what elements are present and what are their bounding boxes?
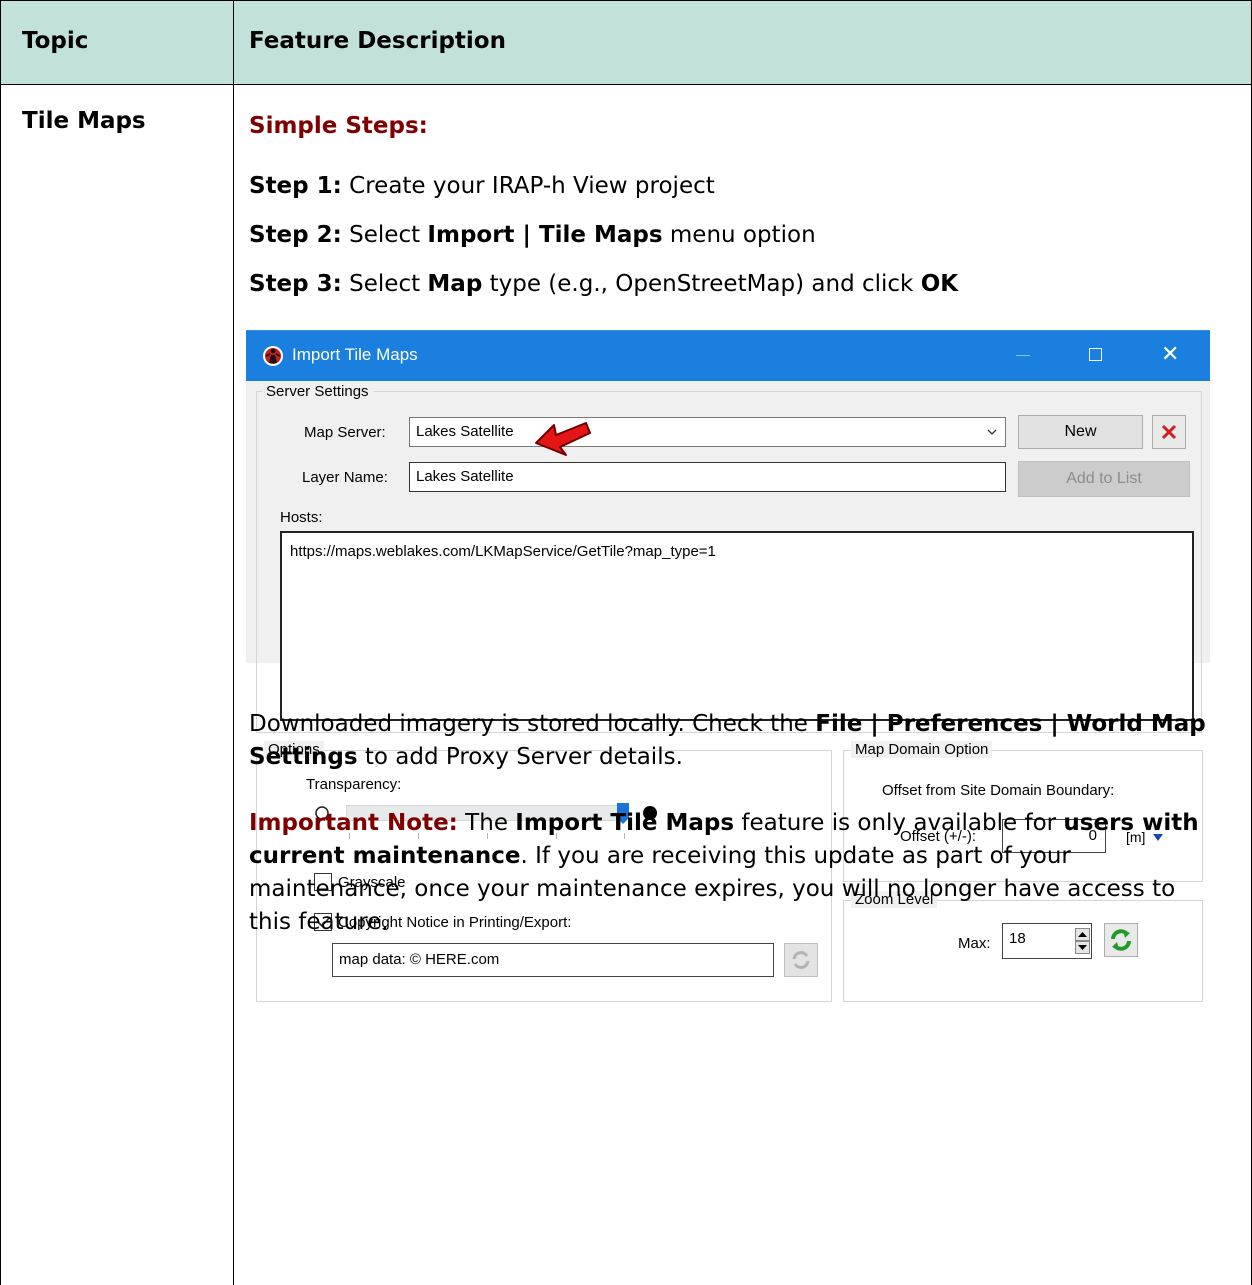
- dialog-title: Import Tile Maps: [292, 345, 418, 364]
- header-feature-description: Feature Description: [249, 28, 506, 54]
- reset-copyright-button[interactable]: [784, 943, 818, 977]
- add-to-list-button[interactable]: Add to List: [1018, 461, 1190, 497]
- table-border-top: [0, 0, 1252, 1]
- feature-table: Topic Feature Description Tile Maps Simp…: [0, 0, 1252, 1285]
- step-3: Step 3: Select Map type (e.g., OpenStree…: [249, 268, 958, 301]
- important-note-paragraph: Important Note: The Import Tile Maps fea…: [249, 807, 1209, 939]
- step-3-ok: OK: [920, 271, 959, 297]
- transparency-label: Transparency:: [306, 776, 402, 793]
- map-server-label: Map Server:: [304, 424, 386, 441]
- maximize-button[interactable]: [1089, 348, 1102, 361]
- layer-name-label: Layer Name:: [302, 469, 388, 486]
- table-header-row: [1, 1, 1252, 84]
- red-arrow-pointer-icon: [535, 422, 591, 456]
- table-column-divider: [233, 0, 234, 1285]
- step-3-text-mid: type (e.g., OpenStreetMap) and click: [482, 271, 921, 297]
- copyright-text-field[interactable]: map data: © HERE.com: [332, 943, 774, 977]
- storage-text: Downloaded imagery is stored locally. Ch…: [249, 711, 816, 737]
- new-button[interactable]: New: [1018, 415, 1143, 449]
- step-1: Step 1: Create your IRAP-h View project: [249, 170, 715, 203]
- storage-text-end: to add Proxy Server details.: [357, 744, 683, 770]
- layer-name-field[interactable]: Lakes Satellite: [409, 462, 1006, 492]
- step-3-text: Select: [341, 271, 428, 297]
- refresh-icon: [792, 951, 810, 969]
- important-feature-name: Import Tile Maps: [515, 810, 735, 836]
- minimize-button[interactable]: [1016, 355, 1030, 356]
- map-server-select[interactable]: Lakes Satellite: [409, 417, 1006, 447]
- step-3-label: Step 3:: [249, 271, 342, 297]
- step-2-text: Select: [341, 222, 428, 248]
- topic-tile-maps: Tile Maps: [22, 108, 146, 134]
- step-2-text-end: menu option: [662, 222, 816, 248]
- table-border-left: [0, 0, 1, 1285]
- dialog-titlebar: Import Tile Maps ✕: [246, 331, 1210, 381]
- important-note-label: Important Note:: [249, 810, 458, 836]
- header-topic: Topic: [22, 28, 89, 54]
- offset-heading: Offset from Site Domain Boundary:: [882, 782, 1115, 799]
- step-2: Step 2: Select Import | Tile Maps menu o…: [249, 219, 816, 252]
- hosts-textarea[interactable]: https://maps.weblakes.com/LKMapService/G…: [280, 531, 1194, 721]
- delete-x-icon: [1161, 424, 1177, 440]
- import-tile-maps-dialog: Import Tile Maps ✕ Server Settings Map S…: [246, 330, 1210, 1002]
- chevron-down-icon[interactable]: [987, 429, 997, 436]
- server-settings-label: Server Settings: [262, 383, 373, 400]
- step-2-label: Step 2:: [249, 222, 342, 248]
- map-server-value: Lakes Satellite: [416, 423, 514, 440]
- app-icon: [263, 346, 283, 366]
- step-1-label: Step 1:: [249, 173, 342, 199]
- important-text-c: feature is only available for: [734, 810, 1064, 836]
- table-header-divider: [0, 84, 1252, 85]
- step-2-menu: Import | Tile Maps: [427, 222, 663, 248]
- hosts-label: Hosts:: [280, 509, 323, 526]
- storage-paragraph: Downloaded imagery is stored locally. Ch…: [249, 708, 1209, 774]
- step-1-text: Create your IRAP-h View project: [341, 173, 715, 199]
- simple-steps-heading: Simple Steps:: [249, 113, 428, 139]
- important-text-a: The: [457, 810, 516, 836]
- step-3-map: Map: [427, 271, 483, 297]
- delete-button[interactable]: [1152, 415, 1186, 449]
- close-button[interactable]: ✕: [1161, 343, 1179, 365]
